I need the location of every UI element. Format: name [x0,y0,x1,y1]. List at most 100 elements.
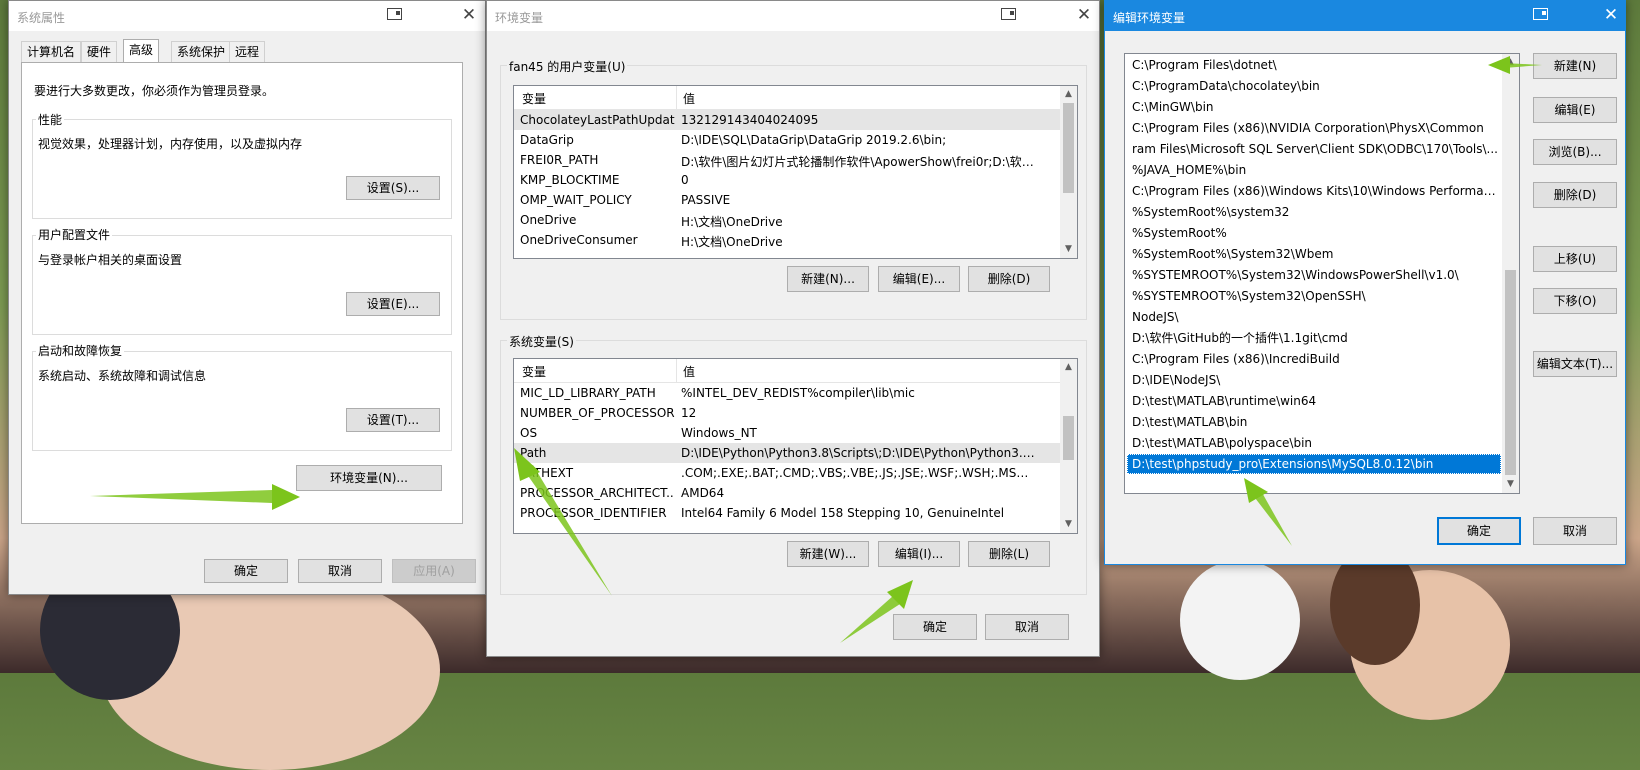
list-item[interactable]: C:\Program Files (x86)\IncrediBuild [1127,349,1501,369]
list-item-selected[interactable]: D:\test\phpstudy_pro\Extensions\MySQL8.0… [1127,454,1501,474]
path-delete-button[interactable]: 删除(D) [1533,182,1617,208]
variable-name: FREI0R_PATH [520,153,599,167]
tab-system-protection[interactable]: 系统保护 [171,41,232,62]
user-var-delete-button[interactable]: 删除(D) [968,266,1050,292]
environment-variables-titlebar: 环境变量 ✕ [487,1,1099,31]
column-separator[interactable] [676,86,677,109]
sys-var-edit-button[interactable]: 编辑(I)... [878,541,960,567]
sys-var-delete-button[interactable]: 删除(L) [968,541,1050,567]
table-row[interactable]: KMP_BLOCKTIME 0 [514,170,1060,190]
edit-env-ok-button[interactable]: 确定 [1437,517,1521,545]
list-item[interactable]: C:\Program Files\dotnet\ [1127,55,1501,75]
list-item[interactable]: %SYSTEMROOT%\System32\WindowsPowerShell\… [1127,265,1501,285]
scroll-up-icon[interactable]: ▲ [1060,86,1077,103]
list-item[interactable]: C:\ProgramData\chocolatey\bin [1127,76,1501,96]
tab-advanced[interactable]: 高级 [123,39,160,63]
sys-var-new-button[interactable]: 新建(W)... [787,541,869,567]
close-icon[interactable]: ✕ [1074,5,1094,25]
list-item[interactable]: D:\IDE\NodeJS\ [1127,370,1501,390]
window-mode-icon[interactable] [1533,8,1548,20]
table-row[interactable]: OMP_WAIT_POLICY PASSIVE [514,190,1060,210]
sysprops-apply-button[interactable]: 应用(A) [392,559,476,583]
scroll-up-icon[interactable]: ▲ [1502,54,1519,71]
scrollbar-thumb[interactable] [1505,270,1516,475]
path-move-down-button[interactable]: 下移(O) [1533,288,1617,314]
list-item[interactable]: %SYSTEMROOT%\System32\OpenSSH\ [1127,286,1501,306]
user-profiles-label: 用户配置文件 [36,226,113,243]
system-properties-window: 系统属性 ✕ 计算机名 硬件 高级 系统保护 远程 要进行大多数更改，你必须作为… [8,0,486,595]
table-row-path[interactable]: Path D:\IDE\Python\Python3.8\Scripts\;D:\… [514,443,1060,463]
table-row[interactable]: OneDriveConsumer H:\文档\OneDrive [514,230,1060,250]
user-variables-list[interactable]: 变量 值 ChocolateyLastPathUpdate 13212914340… [513,85,1078,259]
vertical-scrollbar[interactable]: ▲ ▼ [1502,54,1519,493]
table-row[interactable]: PROCESSOR_ARCHITECT... AMD64 [514,483,1060,503]
list-item[interactable]: C:\MinGW\bin [1127,97,1501,117]
path-browse-button[interactable]: 浏览(B)... [1533,139,1617,165]
user-var-edit-button[interactable]: 编辑(E)... [878,266,960,292]
scroll-down-icon[interactable]: ▼ [1060,516,1077,533]
startup-recovery-settings-button[interactable]: 设置(T)... [346,408,440,432]
table-row[interactable]: NUMBER_OF_PROCESSORS 12 [514,403,1060,423]
variable-value: AMD64 [681,486,725,500]
user-profiles-settings-button[interactable]: 设置(E)... [346,292,440,316]
window-mode-icon[interactable] [1001,8,1016,20]
list-item[interactable]: NodeJS\ [1127,307,1501,327]
column-header-value[interactable]: 值 [683,363,695,380]
column-header-variable[interactable]: 变量 [522,90,546,107]
envvars-ok-button[interactable]: 确定 [893,614,977,640]
list-item[interactable]: C:\Program Files (x86)\Windows Kits\10\W… [1127,181,1501,201]
envvars-cancel-button[interactable]: 取消 [985,614,1069,640]
list-item[interactable]: %SystemRoot% [1127,223,1501,243]
sysprops-cancel-button[interactable]: 取消 [298,559,382,583]
variable-name: OMP_WAIT_POLICY [520,193,632,207]
system-variables-list[interactable]: 变量 值 MIC_LD_LIBRARY_PATH %INTEL_DEV_REDIS… [513,358,1078,534]
list-item[interactable]: %SystemRoot%\System32\Wbem [1127,244,1501,264]
table-row[interactable]: OneDrive H:\文档\OneDrive [514,210,1060,230]
vertical-scrollbar[interactable]: ▲ ▼ [1060,359,1077,533]
edit-env-cancel-button[interactable]: 取消 [1533,517,1617,545]
table-row[interactable]: DataGrip D:\IDE\SQL\DataGrip\DataGrip 201… [514,130,1060,150]
table-row[interactable]: PROCESSOR_IDENTIFIER Intel64 Family 6 Mod… [514,503,1060,523]
table-row[interactable]: FREI0R_PATH D:\软件\图片幻灯片式轮播制作软件\ApowerShow… [514,150,1060,170]
table-row[interactable]: ChocolateyLastPathUpdate 1321291434040240… [514,110,1060,130]
variable-value: H:\文档\OneDrive [681,215,783,229]
tab-computer-name[interactable]: 计算机名 [21,41,82,62]
variable-name: OneDrive [520,213,577,227]
column-header-value[interactable]: 值 [683,90,695,107]
list-item[interactable]: D:\test\MATLAB\runtime\win64 [1127,391,1501,411]
user-var-new-button[interactable]: 新建(N)... [787,266,869,292]
table-row[interactable]: OS Windows_NT [514,423,1060,443]
path-entries-list[interactable]: C:\Program Files\dotnet\ C:\ProgramData\… [1124,53,1520,494]
scroll-up-icon[interactable]: ▲ [1060,359,1077,376]
path-edit-button[interactable]: 编辑(E) [1533,97,1617,123]
vertical-scrollbar[interactable]: ▲ ▼ [1060,86,1077,258]
variable-name: NUMBER_OF_PROCESSORS [520,406,675,420]
scroll-down-icon[interactable]: ▼ [1060,241,1077,258]
scrollbar-thumb[interactable] [1063,103,1074,193]
window-mode-icon[interactable] [387,8,402,20]
list-item[interactable]: %SystemRoot%\system32 [1127,202,1501,222]
list-item[interactable]: D:\软件\GitHub的一个插件\1.1git\cmd [1127,328,1501,348]
path-edit-text-button[interactable]: 编辑文本(T)... [1533,351,1617,377]
scroll-down-icon[interactable]: ▼ [1502,476,1519,493]
close-icon[interactable]: ✕ [1601,5,1621,25]
column-separator[interactable] [676,359,677,382]
tab-remote[interactable]: 远程 [229,41,266,62]
close-icon[interactable]: ✕ [459,5,479,25]
list-item[interactable]: D:\test\MATLAB\bin [1127,412,1501,432]
table-row[interactable]: MIC_LD_LIBRARY_PATH %INTEL_DEV_REDIST%com… [514,383,1060,403]
variable-name: OS [520,426,538,440]
tab-hardware[interactable]: 硬件 [81,41,118,62]
list-item[interactable]: %JAVA_HOME%\bin [1127,160,1501,180]
path-move-up-button[interactable]: 上移(U) [1533,246,1617,272]
list-item[interactable]: ram Files\Microsoft SQL Server\Client SD… [1127,139,1501,159]
path-new-button[interactable]: 新建(N) [1533,53,1617,79]
environment-variables-button[interactable]: 环境变量(N)... [296,465,442,491]
column-header-variable[interactable]: 变量 [522,363,546,380]
sysprops-ok-button[interactable]: 确定 [204,559,288,583]
scrollbar-thumb[interactable] [1063,416,1074,460]
table-row[interactable]: PATHEXT .COM;.EXE;.BAT;.CMD;.VBS;.VBE;.JS… [514,463,1060,483]
list-item[interactable]: D:\test\MATLAB\polyspace\bin [1127,433,1501,453]
list-item[interactable]: C:\Program Files (x86)\NVIDIA Corporatio… [1127,118,1501,138]
performance-settings-button[interactable]: 设置(S)... [346,176,440,200]
